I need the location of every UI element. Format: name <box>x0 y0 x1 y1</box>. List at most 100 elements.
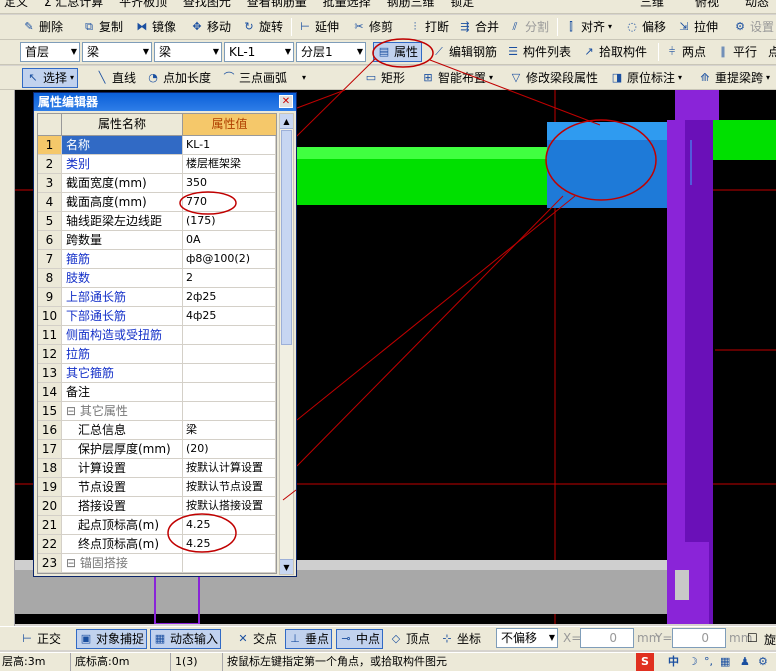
property-value[interactable]: 按默认节点设置 <box>183 478 276 496</box>
property-value[interactable] <box>183 554 276 572</box>
ime-logo-icon[interactable]: S <box>636 653 654 671</box>
modify-segment-button[interactable]: ▽ 修改梁段属性 <box>509 68 598 88</box>
property-row[interactable]: 10 下部通长筋 4ф25 <box>38 307 276 326</box>
property-value[interactable]: 2ф25 <box>183 288 276 306</box>
x-input[interactable]: 0 <box>580 628 634 648</box>
property-row[interactable]: 4 截面高度(mm) 770 <box>38 193 276 212</box>
property-value[interactable]: 梁 <box>183 421 276 439</box>
property-row[interactable]: 14 备注 <box>38 383 276 402</box>
split-button[interactable]: ⫽ 分割 <box>508 17 549 37</box>
property-row[interactable]: 19 节点设置 按默认节点设置 <box>38 478 276 497</box>
property-row[interactable]: 13 其它箍筋 <box>38 364 276 383</box>
top-view-button[interactable]: 俯视 <box>695 0 719 10</box>
property-value[interactable]: 4.25 <box>183 516 276 534</box>
define-button[interactable]: 定义 <box>4 0 28 9</box>
user-icon[interactable]: ♟ <box>740 653 750 671</box>
property-row[interactable]: 22 终点顶标高(m) 4.25 <box>38 535 276 554</box>
summary-calc-button[interactable]: Σ 汇总计算 <box>44 0 103 9</box>
relift-span-button[interactable]: ⟰ 重提梁跨 ▾ <box>698 68 770 88</box>
smart-layout-button[interactable]: ⊞ 智能布置 ▾ <box>421 68 493 88</box>
property-button[interactable]: ▤ 属性 <box>373 42 423 62</box>
stretch-button[interactable]: ⇲ 拉伸 <box>677 17 718 37</box>
property-row[interactable]: 1 名称 KL-1 <box>38 136 276 155</box>
intersection-button[interactable]: ✕ 交点 <box>236 629 277 649</box>
property-value[interactable] <box>183 383 276 401</box>
property-row[interactable]: 11 侧面构造或受扭筋 <box>38 326 276 345</box>
property-value[interactable]: 4.25 <box>183 535 276 553</box>
moon-icon[interactable]: ☽ <box>688 653 698 671</box>
property-row[interactable]: 16 汇总信息梁 <box>38 421 276 440</box>
property-row[interactable]: 7 箍筋 ф8@100(2) <box>38 250 276 269</box>
ortho-button[interactable]: ⊢ 正交 <box>20 629 61 649</box>
property-row[interactable]: 17 保护层厚度(mm) (20) <box>38 440 276 459</box>
settings-button[interactable]: ⚙ 设置 <box>733 17 774 37</box>
copy-button[interactable]: ⧉ 复制 <box>82 17 123 37</box>
rotate-checkbox[interactable]: ☐ <box>747 631 758 645</box>
offset-select[interactable]: 不偏移 ▼ <box>496 628 558 648</box>
delete-button[interactable]: ✎ 删除 <box>22 17 63 37</box>
coord-button[interactable]: ⊹ 坐标 <box>440 629 481 649</box>
find-element-button[interactable]: 查找图元 <box>183 0 231 9</box>
property-value[interactable]: 770 <box>183 193 276 211</box>
property-value[interactable] <box>183 402 276 420</box>
property-row[interactable]: 15 ⊟ 其它属性 <box>38 402 276 421</box>
two-points-button[interactable]: ⫩ 两点 <box>665 42 706 62</box>
mirror-button[interactable]: ⧓ 镜像 <box>135 17 177 37</box>
midpoint-button[interactable]: ⊸ 中点 <box>336 629 384 649</box>
dynamic-view-button[interactable]: 动态 <box>745 0 769 10</box>
dynamic-input-button[interactable]: ▦ 动态输入 <box>150 629 222 649</box>
in-situ-label-button[interactable]: ◨ 原位标注 ▾ <box>610 68 682 88</box>
edit-rebar-button[interactable]: ⟋ 编辑钢筋 <box>432 42 497 62</box>
property-value[interactable]: 4ф25 <box>183 307 276 325</box>
property-row[interactable]: 3 截面宽度(mm) 350 <box>38 174 276 193</box>
property-row[interactable]: 23 ⊟ 锚固搭接 <box>38 554 276 573</box>
panel-scrollbar[interactable]: ▲ ▼ <box>279 113 294 575</box>
property-value[interactable]: 350 <box>183 174 276 192</box>
trim-button[interactable]: ✂ 修剪 <box>352 17 393 37</box>
merge-button[interactable]: ⇶ 合并 <box>458 17 499 37</box>
scroll-down-icon[interactable]: ▼ <box>280 559 293 574</box>
type-select[interactable]: 梁 ▼ <box>154 42 222 62</box>
close-icon[interactable]: ✕ <box>279 95 293 108</box>
property-value[interactable]: 楼层框架梁 <box>183 155 276 173</box>
property-row[interactable]: 6 跨数量 0A <box>38 231 276 250</box>
pick-component-button[interactable]: ↗ 拾取构件 <box>582 42 647 62</box>
keyboard-icon[interactable]: ▦ <box>720 653 730 671</box>
property-editor-panel[interactable]: 属性编辑器 ✕ 属性名称 属性值 1 名称 KL-1 2 类别 楼层框架梁 3 截面宽度(mm… <box>33 92 297 577</box>
3d-button[interactable]: 三维 <box>640 0 664 10</box>
y-input[interactable]: 0 <box>672 628 726 648</box>
property-value[interactable]: 按默认搭接设置 <box>183 497 276 515</box>
scroll-up-icon[interactable]: ▲ <box>280 114 293 129</box>
column-header-name[interactable]: 属性名称 <box>62 114 183 135</box>
align-button[interactable]: ⫿ 对齐 ▾ <box>564 17 612 37</box>
ime-mode[interactable]: 中 <box>668 653 679 671</box>
property-row[interactable]: 18 计算设置 按默认计算设置 <box>38 459 276 478</box>
punct-icon[interactable]: °, <box>704 653 713 671</box>
parallel-button[interactable]: ∥ 平行 <box>716 42 757 62</box>
lock-button[interactable]: 锁定 <box>450 0 474 9</box>
tools-icon[interactable]: ⚙ <box>758 653 768 671</box>
move-button[interactable]: ✥ 移动 <box>190 17 231 37</box>
property-row[interactable]: 5 轴线距梁左边线距 (175) <box>38 212 276 231</box>
component-list-button[interactable]: ☰ 构件列表 <box>506 42 571 62</box>
category-select[interactable]: 梁 ▼ <box>82 42 152 62</box>
component-name-select[interactable]: KL-1 ▼ <box>224 42 294 62</box>
property-row[interactable]: 2 类别 楼层框架梁 <box>38 155 276 174</box>
property-value[interactable]: 2 <box>183 269 276 287</box>
break-button[interactable]: ⫶ 打断 <box>408 17 449 37</box>
property-value[interactable]: KL-1 <box>183 136 276 154</box>
property-row[interactable]: 20 搭接设置 按默认搭接设置 <box>38 497 276 516</box>
object-snap-button[interactable]: ▣ 对象捕捉 <box>76 629 148 649</box>
layer-select[interactable]: 分层1 ▼ <box>296 42 366 62</box>
point-length-button[interactable]: ◔ 点加长度 <box>146 68 211 88</box>
align-slab-button[interactable]: 平齐板顶 <box>119 0 167 9</box>
vertex-button[interactable]: ◇ 顶点 <box>389 629 430 649</box>
rebar-3d-button[interactable]: 钢筋三维 <box>386 0 434 9</box>
batch-select-button[interactable]: 批量选择 <box>323 0 371 9</box>
property-value[interactable] <box>183 345 276 363</box>
panel-title-bar[interactable]: 属性编辑器 ✕ <box>34 93 296 111</box>
offset-button[interactable]: ◌ 偏移 <box>625 17 666 37</box>
property-row[interactable]: 12 拉筋 <box>38 345 276 364</box>
toolbar1-items[interactable]: 定义 Σ 汇总计算 平齐板顶 查找图元 查看钢筋量 批量选择 钢筋三维 锁定 <box>4 0 474 10</box>
line-button[interactable]: ╲ 直线 <box>95 68 136 88</box>
